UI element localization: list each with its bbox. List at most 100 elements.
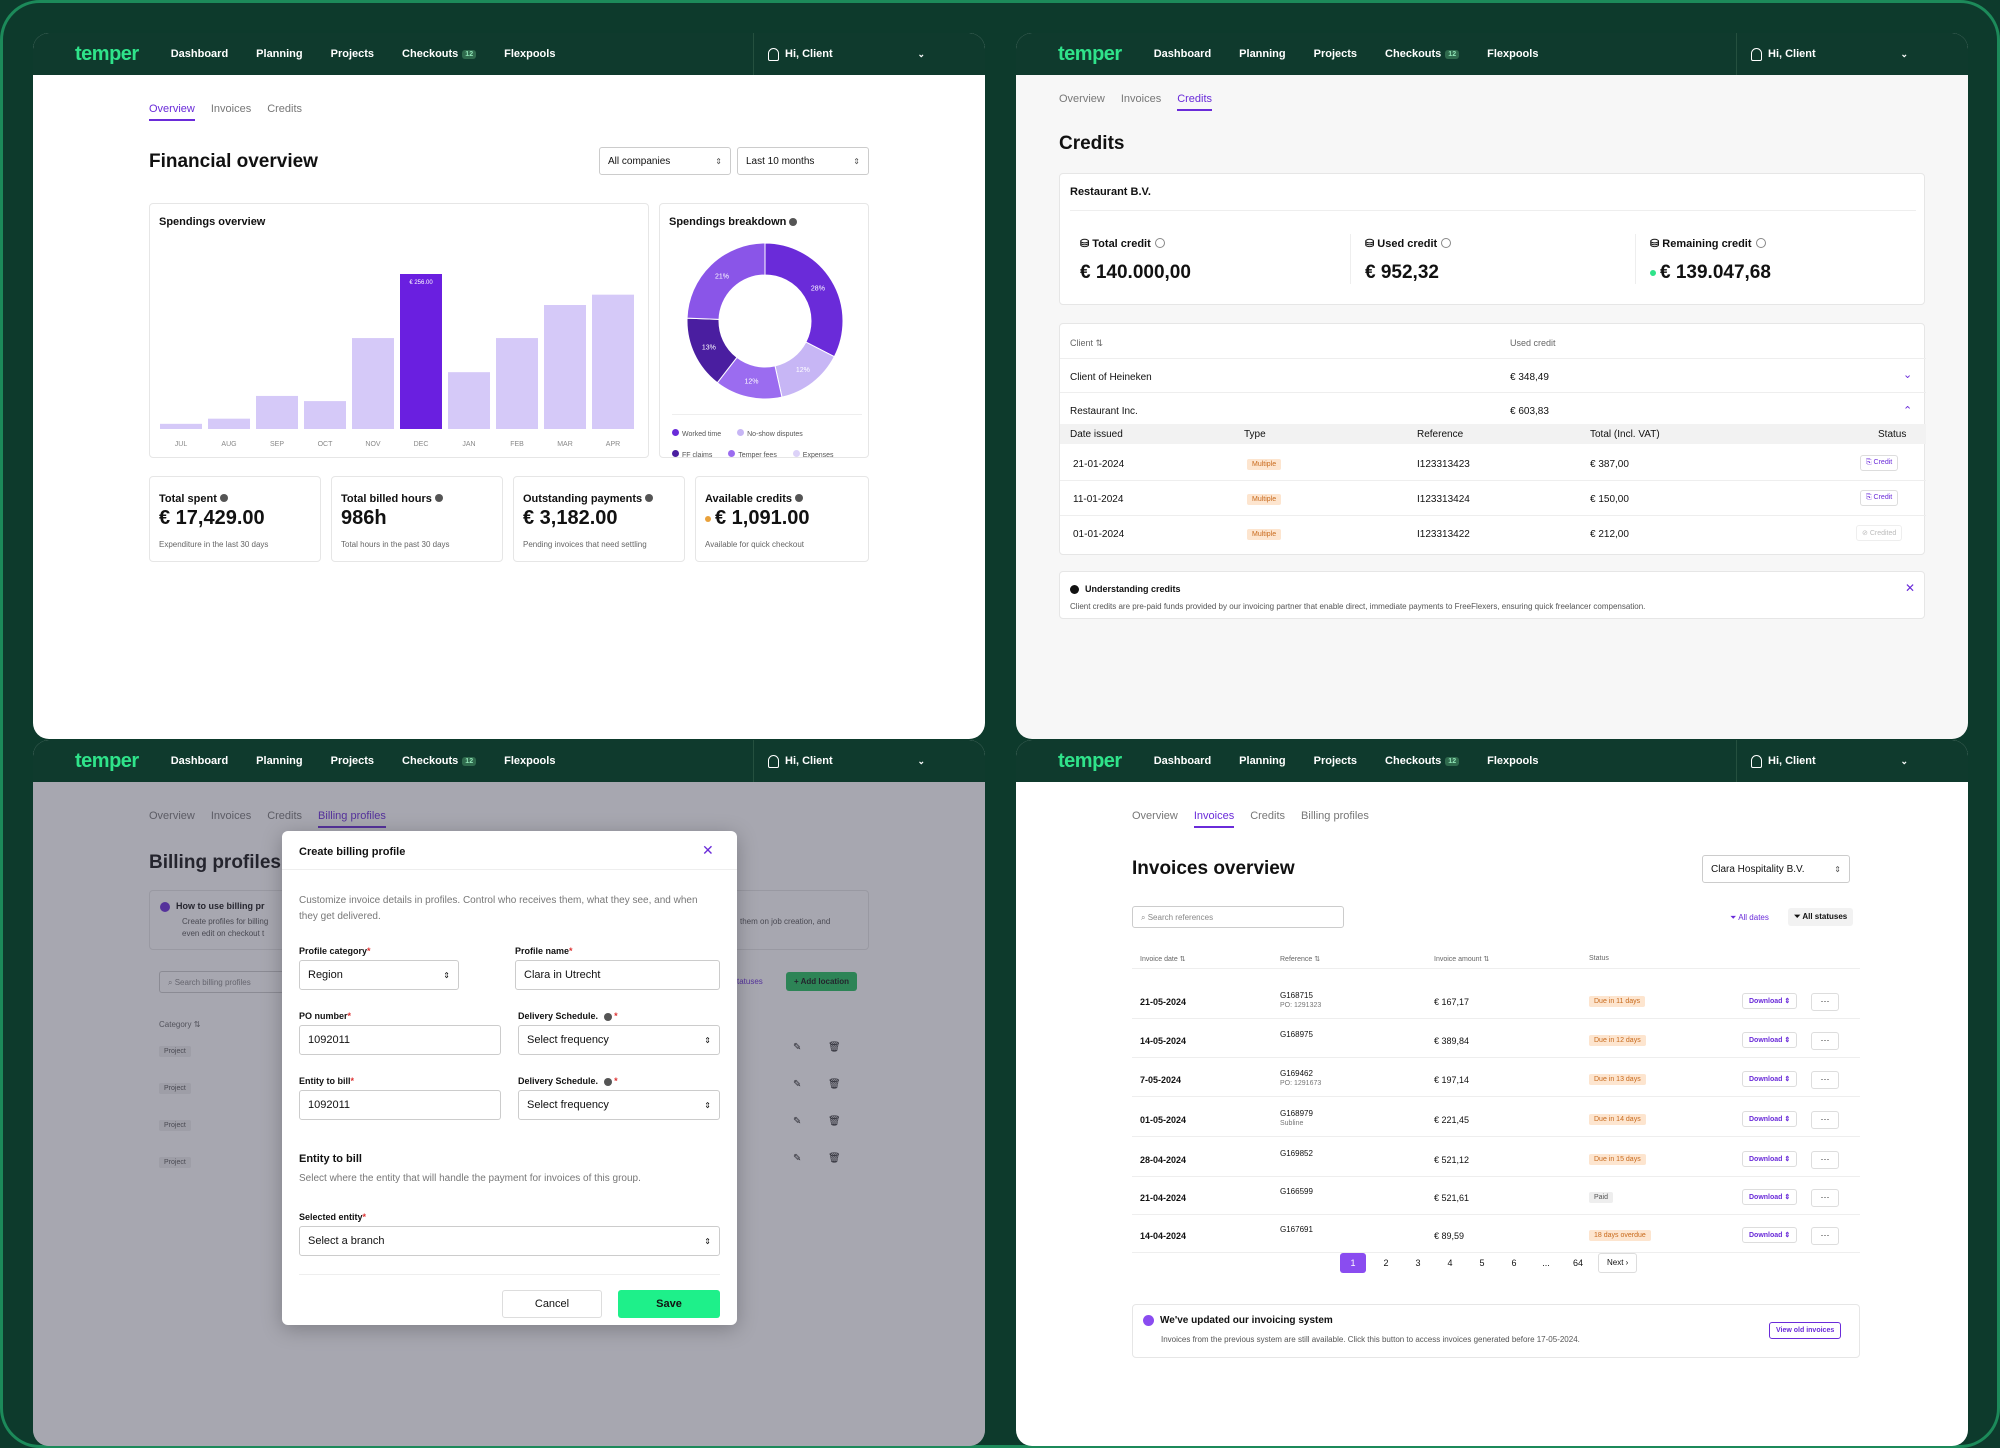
nav-dashboard[interactable]: Dashboard [1154,48,1211,60]
col-client[interactable]: Client ⇅ [1070,338,1103,349]
all-dates-filter[interactable]: ⏷ All dates [1730,913,1769,923]
nav-checkouts[interactable]: Checkouts 12 [402,755,477,767]
info-icon[interactable] [789,218,798,227]
nav-flexpools[interactable]: Flexpools [1487,755,1538,767]
company-select[interactable]: Clara Hospitality B.V. ⇕ [1702,855,1850,883]
page-1[interactable]: 1 [1340,1253,1366,1273]
download-button[interactable]: Download ⇕ [1742,993,1798,1009]
next-button[interactable]: Next › [1598,1253,1638,1273]
nav-dashboard[interactable]: Dashboard [1154,755,1211,767]
nav-flexpools[interactable]: Flexpools [1487,48,1538,60]
tab-overview[interactable]: Overview [1059,93,1105,111]
download-button[interactable]: Download ⇕ [1742,1071,1798,1087]
nav-flexpools[interactable]: Flexpools [504,48,555,60]
temper-logo[interactable]: temper [1058,43,1122,66]
profile-category-select[interactable]: Region ⇕ [299,960,459,990]
nav-projects[interactable]: Projects [1314,48,1357,60]
bar-oct[interactable] [304,401,346,429]
bar-dec[interactable] [400,274,442,429]
col-invoice-date[interactable]: Invoice date ⇅ [1140,955,1186,963]
temper-logo[interactable]: temper [1058,750,1122,773]
info-icon[interactable] [1441,237,1452,248]
bar-feb[interactable] [496,338,538,429]
credit-button[interactable]: ⎘ Credit [1860,455,1899,471]
nav-planning[interactable]: Planning [1239,48,1285,60]
bar-mar[interactable] [544,305,586,429]
credit-button[interactable]: ⎘ Credit [1860,490,1899,506]
more-actions-button[interactable]: ··· [1811,1032,1839,1050]
close-icon[interactable]: ✕ [1905,581,1915,595]
user-menu[interactable]: Hi, Client ⌄ [1736,33,1968,75]
delivery-schedule-select[interactable]: Select frequency ⇕ [518,1025,720,1055]
more-actions-button[interactable]: ··· [1811,993,1839,1011]
tab-invoices[interactable]: Invoices [211,103,251,121]
cancel-button[interactable]: Cancel [502,1290,602,1318]
page-64[interactable]: 64 [1566,1253,1590,1273]
info-icon[interactable] [795,493,804,502]
tab-overview[interactable]: Overview [1132,810,1178,828]
nav-projects[interactable]: Projects [1314,755,1357,767]
nav-checkouts[interactable]: Checkouts 12 [1385,48,1460,60]
more-actions-button[interactable]: ··· [1811,1151,1839,1169]
nav-dashboard[interactable]: Dashboard [171,48,228,60]
nav-planning[interactable]: Planning [256,755,302,767]
nav-planning[interactable]: Planning [256,48,302,60]
bar-jul[interactable] [160,423,202,429]
nav-checkouts[interactable]: Checkouts 12 [1385,755,1460,767]
all-statuses-filter[interactable]: ⏷ All statuses [1788,908,1854,926]
bar-jan[interactable] [448,372,490,429]
period-select[interactable]: Last 10 months ⇕ [737,147,869,175]
po-number-input[interactable]: 1092011 [299,1025,501,1055]
company-select[interactable]: All companies ⇕ [599,147,731,175]
more-actions-button[interactable]: ··· [1811,1111,1839,1129]
chevron-down-icon[interactable]: ⌄ [1903,368,1912,381]
user-menu[interactable]: Hi, Client ⌄ [753,33,985,75]
info-icon[interactable] [645,493,654,502]
more-actions-button[interactable]: ··· [1811,1071,1839,1089]
tab-credits[interactable]: Credits [267,103,302,121]
bar-aug[interactable] [208,418,250,429]
page-2[interactable]: 2 [1374,1253,1398,1273]
col-invoice-amount[interactable]: Invoice amount ⇅ [1434,955,1489,963]
user-menu[interactable]: Hi, Client ⌄ [1736,740,1968,782]
download-button[interactable]: Download ⇕ [1742,1032,1798,1048]
nav-projects[interactable]: Projects [331,48,374,60]
tab-billing-profiles[interactable]: Billing profiles [1301,810,1369,828]
info-icon[interactable] [434,493,443,502]
chevron-up-icon[interactable]: ⌃ [1903,404,1912,417]
nav-projects[interactable]: Projects [331,755,374,767]
page-6[interactable]: 6 [1502,1253,1526,1273]
entity-to-bill-input[interactable]: 1092011 [299,1090,501,1120]
save-button[interactable]: Save [618,1290,720,1318]
nav-flexpools[interactable]: Flexpools [504,755,555,767]
tab-invoices[interactable]: Invoices [1193,810,1235,828]
info-icon[interactable] [219,493,228,502]
view-old-invoices-button[interactable]: View old invoices [1769,1322,1842,1339]
download-button[interactable]: Download ⇕ [1742,1189,1798,1205]
info-icon[interactable] [1755,237,1766,248]
nav-dashboard[interactable]: Dashboard [171,755,228,767]
nav-checkouts[interactable]: Checkouts 12 [402,48,477,60]
bar-nov[interactable] [352,338,394,429]
selected-entity-select[interactable]: Select a branch ⇕ [299,1226,720,1256]
download-button[interactable]: Download ⇕ [1742,1151,1798,1167]
bar-apr[interactable] [592,294,634,429]
nav-planning[interactable]: Planning [1239,755,1285,767]
search-references-input[interactable]: ⌕ Search references [1132,906,1344,928]
page-3[interactable]: 3 [1406,1253,1430,1273]
col-reference[interactable]: Reference ⇅ [1280,955,1320,963]
download-button[interactable]: Download ⇕ [1742,1111,1798,1127]
tab-credits[interactable]: Credits [1177,93,1213,111]
tab-overview[interactable]: Overview [149,103,195,121]
info-icon[interactable] [1154,237,1165,248]
bar-sep[interactable] [256,395,298,429]
temper-logo[interactable]: temper [75,43,139,66]
temper-logo[interactable]: temper [75,750,139,773]
slice-expenses[interactable] [686,242,766,320]
more-actions-button[interactable]: ··· [1811,1227,1839,1245]
info-icon[interactable] [603,1012,612,1021]
profile-name-input[interactable]: Clara in Utrecht [515,960,720,990]
tab-credits[interactable]: Credits [1250,810,1285,828]
page-5[interactable]: 5 [1470,1253,1494,1273]
user-menu[interactable]: Hi, Client ⌄ [753,740,985,782]
